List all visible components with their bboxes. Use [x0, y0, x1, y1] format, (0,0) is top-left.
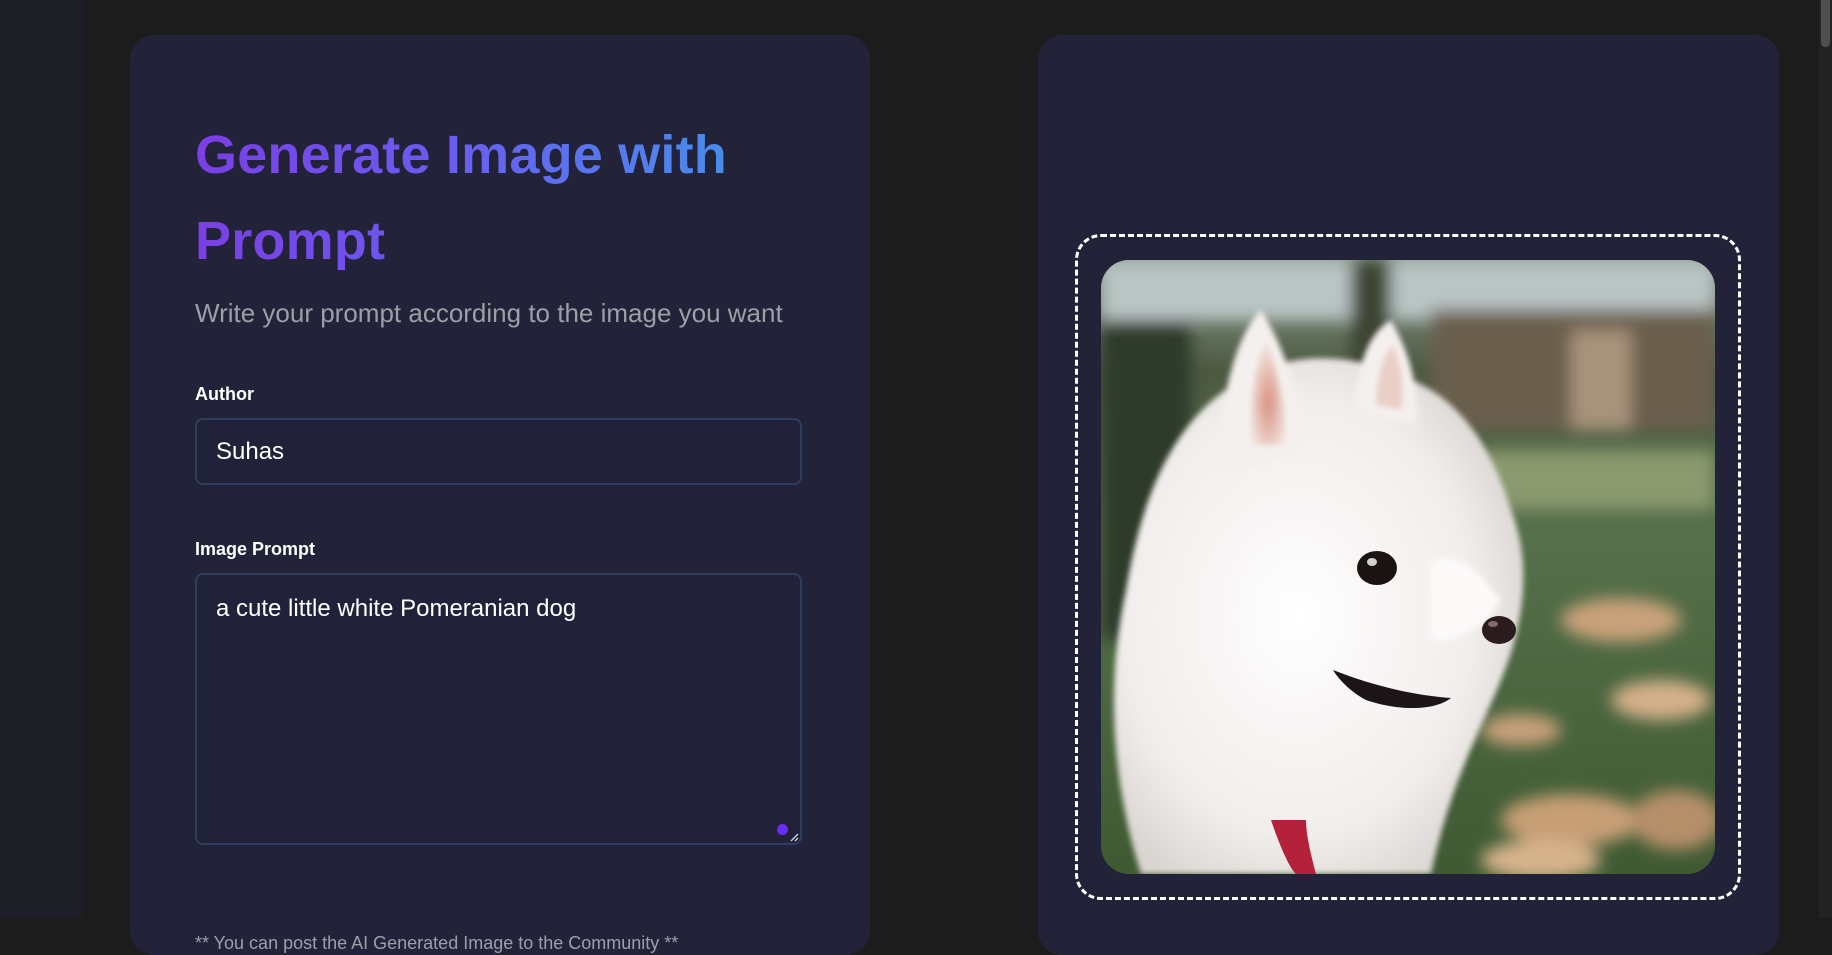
- scrollbar[interactable]: [1819, 0, 1832, 918]
- image-prompt-text: a cute little white Pomeranian dog: [216, 595, 577, 622]
- image-preview-card: [1038, 35, 1779, 955]
- author-label: Author: [195, 384, 254, 404]
- image-dropzone-frame: [1075, 234, 1741, 900]
- sidebar-strip: [0, 0, 84, 918]
- generate-form-card: Generate Image with Prompt Write your pr…: [130, 35, 870, 955]
- resize-grip-icon[interactable]: [789, 832, 799, 842]
- image-prompt-label: Image Prompt: [195, 539, 316, 559]
- image-prompt-textarea[interactable]: a cute little white Pomeranian dog: [195, 573, 802, 845]
- page-subtitle: Write your prompt according to the image…: [195, 298, 783, 328]
- status-dot: [777, 824, 788, 835]
- author-input[interactable]: Suhas: [195, 418, 802, 485]
- page-title: Generate Image with Prompt: [195, 112, 815, 284]
- scrollbar-thumb[interactable]: [1821, 0, 1830, 47]
- generated-image: [1101, 260, 1715, 874]
- community-footnote: ** You can post the AI Generated Image t…: [195, 933, 679, 953]
